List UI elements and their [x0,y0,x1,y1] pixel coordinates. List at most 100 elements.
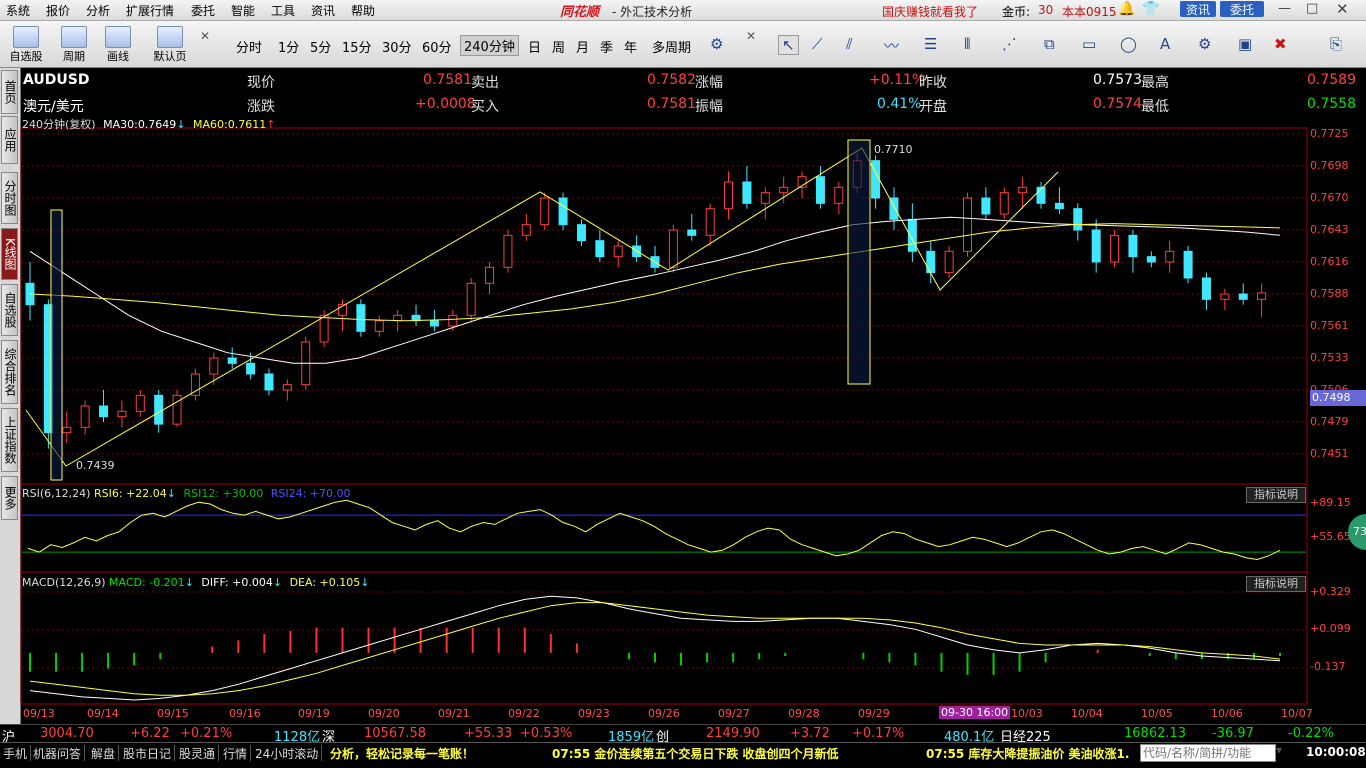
candle-up [999,192,1009,215]
date-tick: 09/21 [438,707,470,720]
nikkei-value: 16862.13 [1124,726,1187,741]
tab-stock-diary[interactable]: 股市日记 [120,745,176,761]
news-ticker-item[interactable]: 07:55 金价连续第五个交易日下跌 收盘创四个月新低 [552,745,839,762]
candle-up [724,181,734,210]
news-ticker-item[interactable]: 分析，轻松记录每一笔账！ [330,745,474,762]
candle-down [1201,277,1211,300]
candle-up [282,384,292,391]
search-dropdown-icon[interactable]: ▾ [1276,743,1282,757]
crosshair-date-tag: 09-30 16:00 [939,706,1011,719]
tab-market[interactable]: 行情 [220,745,252,761]
candle-up [963,197,972,252]
macd-indicator-help-button[interactable]: 指标说明 [1246,576,1306,592]
candle-up [393,314,403,322]
candle-down [99,405,109,418]
sh-index-change: +6.22 [130,726,170,741]
main-legend: 240分钟(复权) MA30:0.7649↓ MA60:0.7611↑ [22,116,275,132]
sz-index-change: +55.33 [464,726,513,741]
macd-legend: MACD(12,26,9) MACD: -0.201↓ DIFF: +0.004… [22,576,369,589]
ma60-arrow-icon: ↑ [266,118,276,131]
tab-robot-qa[interactable]: 机器问答 [30,745,86,761]
date-tick: 09/19 [298,707,330,720]
y-tick-label: 0.7616 [1310,255,1349,268]
candle-up [779,186,789,194]
date-tick: 09/15 [157,707,189,720]
candle-down [926,250,936,274]
candle-up [135,394,145,412]
candle-up [209,357,219,375]
sz-index-value: 10567.58 [364,726,427,741]
dea-arrow-icon: ↓ [360,576,370,589]
tab-stock-tong[interactable]: 股灵通 [176,745,220,761]
candle-down [871,160,881,199]
tab-mobile[interactable]: 手机 [0,745,32,761]
date-tick: 09/13 [23,707,55,720]
candle-up [668,229,678,268]
candle-up [540,197,550,226]
candle-up [80,405,90,428]
date-tick: 09/20 [368,707,400,720]
candle-up [190,373,200,396]
candle-down [429,320,439,327]
candle-down [1091,229,1101,263]
news-ticker-item[interactable]: 07:55 库存大降提振油价 美油收涨1. [926,745,1138,762]
candle-up [448,314,458,327]
index-ticker-bar: 沪 3004.70 +6.22 +0.21% 1128亿 深 10567.58 … [0,724,1366,745]
candle-up [1257,292,1267,300]
candle-down [687,229,697,236]
date-tick: 09/16 [229,707,261,720]
y-tick-label: 0.7643 [1310,223,1349,236]
macd-arrow-icon: ↓ [184,576,194,589]
clock: 10:00:08 [1306,745,1366,759]
date-axis: 09/13 09/14 09/15 09/16 09/19 09/20 09/2… [21,705,1313,723]
candle-up [613,245,623,258]
dea-legend: DEA: +0.105 [289,576,361,589]
macd-legend-label: MACD(12,26,9) [22,576,106,589]
code-search-input[interactable] [1140,744,1276,762]
rsi-legend: RSI(6,12,24) RSI6: +22.04↓ RSI12: +30.00… [22,487,351,500]
candle-down [246,362,256,375]
tab-24h-scroll[interactable]: 24小时滚动 [252,745,323,761]
current-price-tag: 0.7498 [1310,390,1366,406]
date-tick: 09/22 [508,707,540,720]
date-tick: 10/04 [1071,707,1103,720]
candle-up [485,266,495,284]
candle-up [1110,234,1120,263]
candle-down [815,176,825,204]
candle-down [1238,293,1248,300]
rsi6-line [27,499,1281,561]
candle-down [154,394,164,425]
candle-down [227,357,237,364]
candle-down [264,373,274,391]
date-tick: 09/14 [87,707,119,720]
date-tick: 10/05 [1141,707,1173,720]
rsi-y-tick: +55.65 [1310,530,1351,543]
y-tick-label: 0.7561 [1310,319,1349,332]
ma30-legend-label: MA30: [103,118,138,131]
ma60-legend-label: MA60: [193,118,228,131]
candle-up [1165,250,1175,263]
tab-market-commentary[interactable]: 解盘 [88,745,120,761]
bottom-status-bar: 手机 机器问答 解盘 股市日记 股灵通 行情 24小时滚动 分析，轻松记录每一笔… [0,742,1366,768]
candle-down [558,197,568,226]
candle-up [834,186,844,204]
macd-y-tick: -0.137 [1310,660,1346,673]
sh-index-pct: +0.21% [180,726,233,741]
cy-index-pct: +0.17% [852,726,905,741]
candle-down [1054,202,1064,210]
macd-y-tick: +0.099 [1310,622,1351,635]
selection-box [50,209,63,481]
candle-up [503,234,513,268]
ma30-arrow-icon: ↓ [176,118,186,131]
y-tick-label: 0.7533 [1310,351,1349,364]
rsi-indicator-help-button[interactable]: 指标说明 [1246,487,1306,503]
candle-down [1128,234,1138,258]
rsi6-legend: RSI6: +22.04 [93,487,167,500]
nikkei-change: -36.97 [1212,726,1254,741]
period-legend: 240分钟(复权) [22,118,96,131]
candle-up [374,320,384,332]
rsi6-arrow-icon: ↓ [166,487,176,500]
candle-down [595,240,605,258]
ma30-legend-value: 0.7649 [137,118,177,131]
candle-down [356,304,366,332]
